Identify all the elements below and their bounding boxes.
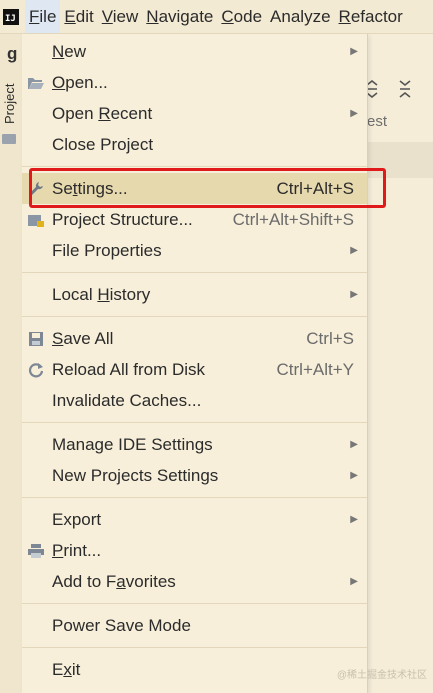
submenu-arrow-icon: ▶ <box>350 245 358 256</box>
menu-item-export[interactable]: Export ▶ <box>22 504 367 535</box>
menu-separator <box>22 166 367 167</box>
menu-analyze[interactable]: Analyze <box>266 0 334 33</box>
menu-item-project-structure[interactable]: Project Structure... Ctrl+Alt+Shift+S <box>22 204 367 235</box>
menu-item-label: Export <box>52 509 102 529</box>
menu-item-label: Close Project <box>52 134 154 154</box>
menu-item-label: File Properties <box>52 240 162 260</box>
menu-item-label: Power Save Mode <box>52 615 191 635</box>
menu-separator <box>22 603 367 604</box>
project-tool-tab[interactable]: Project <box>0 74 20 134</box>
menu-item-label: Open... <box>52 72 108 92</box>
menu-view[interactable]: View <box>98 0 143 33</box>
menu-item-invalidate-caches[interactable]: Invalidate Caches... <box>22 385 367 416</box>
menu-item-label: New <box>52 41 87 61</box>
menu-bar: IJ File Edit View Navigate Code Analyze … <box>0 0 433 34</box>
submenu-arrow-icon: ▶ <box>350 514 358 525</box>
editor-area <box>367 34 433 693</box>
submenu-arrow-icon: ▶ <box>350 108 358 119</box>
menu-separator <box>22 647 367 648</box>
menu-item-new[interactable]: New ▶ <box>22 36 367 67</box>
intellij-logo-icon: IJ <box>3 8 19 25</box>
print-icon <box>26 541 46 561</box>
menu-item-label: Project Structure... <box>52 209 193 229</box>
menu-separator <box>22 497 367 498</box>
menu-separator <box>22 316 367 317</box>
menu-item-manage-ide-settings[interactable]: Manage IDE Settings ▶ <box>22 429 367 460</box>
submenu-arrow-icon: ▶ <box>350 439 358 450</box>
menu-item-label: Invalidate Caches... <box>52 390 202 410</box>
menu-file[interactable]: File <box>25 0 61 33</box>
menu-item-shortcut: Ctrl+Alt+Y <box>276 359 354 379</box>
menu-item-label: Exit <box>52 659 81 679</box>
tab-label-fragment: est <box>367 113 388 130</box>
menu-item-label: New Projects Settings <box>52 465 219 485</box>
menu-item-label: Reload All from Disk <box>52 359 206 379</box>
menu-item-label: Save All <box>52 328 114 348</box>
menu-item-print[interactable]: Print... <box>22 535 367 566</box>
reload-icon <box>26 360 46 380</box>
submenu-arrow-icon: ▶ <box>350 46 358 57</box>
menu-item-open-recent[interactable]: Open Recent ▶ <box>22 98 367 129</box>
folder-icon <box>2 134 16 144</box>
menu-item-exit[interactable]: Exit <box>22 654 367 685</box>
menu-refactor[interactable]: Refactor <box>335 0 407 33</box>
menu-navigate[interactable]: Navigate <box>142 0 217 33</box>
menu-item-new-projects-settings[interactable]: New Projects Settings ▶ <box>22 460 367 491</box>
menu-item-save-all[interactable]: Save All Ctrl+S <box>22 323 367 354</box>
menu-separator <box>22 272 367 273</box>
menu-item-label: Manage IDE Settings <box>52 434 213 454</box>
menu-item-shortcut: Ctrl+Alt+Shift+S <box>232 209 354 229</box>
menu-item-add-to-favorites[interactable]: Add to Favorites ▶ <box>22 566 367 597</box>
menu-separator <box>22 422 367 423</box>
menu-item-label: Add to Favorites <box>52 571 176 591</box>
menu-item-label: Local History <box>52 284 151 304</box>
menu-item-label: Open Recent <box>52 103 153 123</box>
settings-highlight-box <box>29 168 386 208</box>
submenu-arrow-icon: ▶ <box>350 289 358 300</box>
menu-item-label: Print... <box>52 540 102 560</box>
menu-edit[interactable]: Edit <box>60 0 97 33</box>
menu-code[interactable]: Code <box>217 0 266 33</box>
menu-item-local-history[interactable]: Local History ▶ <box>22 279 367 310</box>
file-menu-dropdown: New ▶ Open... Open Recent ▶ Close Projec… <box>22 34 368 693</box>
submenu-arrow-icon: ▶ <box>350 576 358 587</box>
collapse-all-icon[interactable] <box>397 80 413 103</box>
menu-item-reload-all[interactable]: Reload All from Disk Ctrl+Alt+Y <box>22 354 367 385</box>
menu-item-shortcut: Ctrl+S <box>306 328 354 348</box>
project-structure-icon <box>26 210 46 230</box>
menu-item-close-project[interactable]: Close Project <box>22 129 367 160</box>
folder-open-icon <box>26 73 46 93</box>
submenu-arrow-icon: ▶ <box>350 470 358 481</box>
menu-item-power-save-mode[interactable]: Power Save Mode <box>22 610 367 641</box>
menu-item-file-properties[interactable]: File Properties ▶ <box>22 235 367 266</box>
watermark-text: @稀土掘金技术社区 <box>336 670 427 681</box>
save-icon <box>26 329 46 349</box>
project-name-fragment: g <box>7 44 18 63</box>
menu-item-open[interactable]: Open... <box>22 67 367 98</box>
